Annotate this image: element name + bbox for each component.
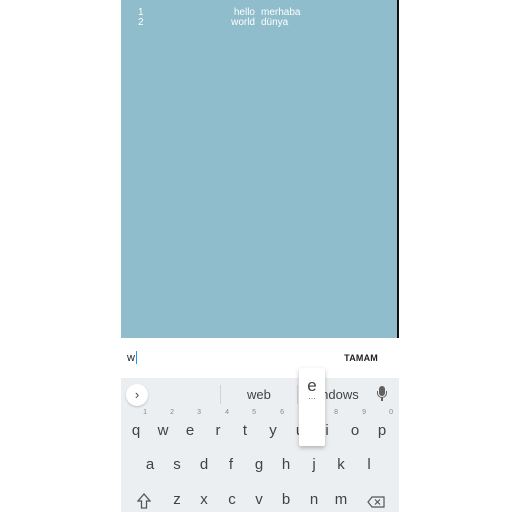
key-hint: 6 xyxy=(280,409,284,416)
key-h[interactable]: h xyxy=(274,451,298,479)
input-bar: w TAMAM xyxy=(121,338,399,378)
key-w[interactable]: w2 xyxy=(151,409,175,445)
suggestion-strip: › web Windows xyxy=(121,378,399,411)
key-char: q xyxy=(131,422,141,439)
key-hint: 5 xyxy=(252,409,256,416)
key-c[interactable]: c xyxy=(220,486,244,512)
key-char: o xyxy=(350,422,360,439)
key-j[interactable]: j xyxy=(302,451,326,479)
suggestion-web[interactable]: web xyxy=(247,387,271,402)
chevron-right-icon[interactable]: › xyxy=(126,384,148,406)
key-char: i xyxy=(325,422,329,439)
popup-more: … xyxy=(308,392,316,401)
english-word: world xyxy=(231,17,255,28)
key-char: t xyxy=(242,422,248,439)
key-b[interactable]: b xyxy=(274,486,298,512)
key-d[interactable]: d xyxy=(192,451,216,479)
phone-screen: 1 hello merhaba 2 world dünya w TAMAM › … xyxy=(121,0,399,512)
key-press-popup: e … xyxy=(299,368,325,446)
translation-list: 1 hello merhaba 2 world dünya xyxy=(121,0,399,338)
suggestion-divider xyxy=(297,385,298,404)
shift-arrow-icon[interactable] xyxy=(136,493,152,509)
text-caret xyxy=(136,351,137,364)
key-char: y xyxy=(269,422,277,439)
key-e[interactable]: e3 xyxy=(178,409,202,445)
key-o[interactable]: o9 xyxy=(343,409,367,445)
key-char: p xyxy=(377,422,387,439)
key-m[interactable]: m xyxy=(329,486,353,512)
screen-edge xyxy=(397,0,399,338)
key-v[interactable]: v xyxy=(247,486,271,512)
key-hint: 0 xyxy=(389,409,393,416)
key-k[interactable]: k xyxy=(329,451,353,479)
suggestion-divider xyxy=(220,385,221,404)
key-char: e xyxy=(185,422,195,439)
done-button[interactable]: TAMAM xyxy=(344,353,378,363)
key-q[interactable]: q1 xyxy=(124,409,148,445)
key-z[interactable]: z xyxy=(165,486,189,512)
key-g[interactable]: g xyxy=(247,451,271,479)
key-x[interactable]: x xyxy=(192,486,216,512)
row-index: 2 xyxy=(138,17,144,28)
key-hint: 4 xyxy=(225,409,229,416)
key-hint: 9 xyxy=(362,409,366,416)
key-hint: 2 xyxy=(170,409,174,416)
key-t[interactable]: t5 xyxy=(233,409,257,445)
key-l[interactable]: l xyxy=(357,451,381,479)
backspace-icon[interactable] xyxy=(367,495,385,508)
key-n[interactable]: n xyxy=(302,486,326,512)
key-r[interactable]: r4 xyxy=(206,409,230,445)
key-a[interactable]: a xyxy=(138,451,162,479)
key-s[interactable]: s xyxy=(165,451,189,479)
turkish-word: dünya xyxy=(261,17,289,28)
key-hint: 3 xyxy=(197,409,201,416)
key-hint: 8 xyxy=(334,409,338,416)
key-char: r xyxy=(215,422,221,439)
key-f[interactable]: f xyxy=(219,451,243,479)
key-hint: 1 xyxy=(143,409,147,416)
key-char: w xyxy=(157,422,169,439)
microphone-icon[interactable] xyxy=(376,386,388,403)
key-p[interactable]: p0 xyxy=(370,409,394,445)
word-input[interactable]: w xyxy=(127,352,135,364)
key-y[interactable]: y6 xyxy=(261,409,285,445)
